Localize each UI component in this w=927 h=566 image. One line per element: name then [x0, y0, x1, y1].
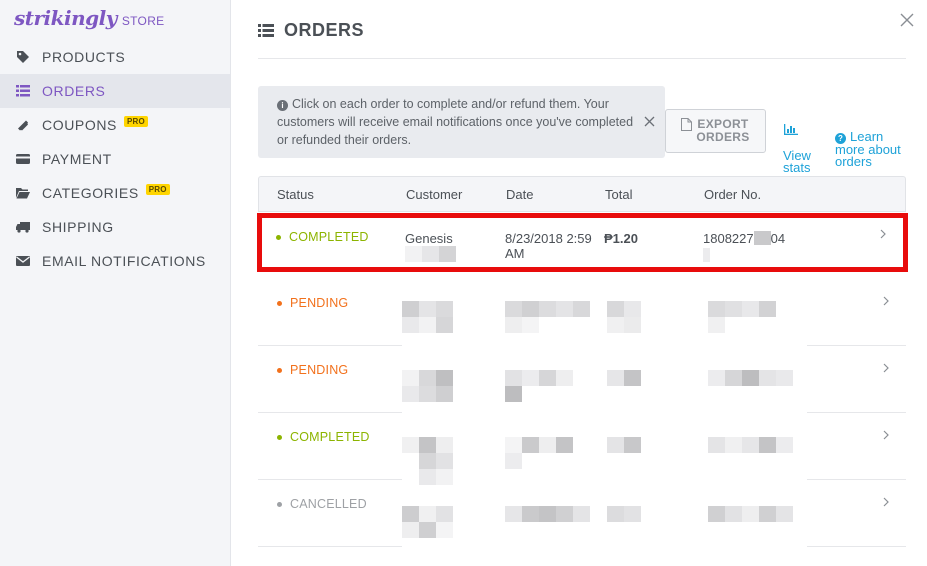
redacted-order-number [708, 506, 793, 522]
logo-wordmark: strikingly [14, 6, 117, 30]
redacted-customer [402, 506, 453, 538]
learn-more-link[interactable]: ? Learn more about orders [835, 119, 901, 168]
redacted-total [607, 506, 641, 522]
credit-card-icon [15, 151, 31, 167]
sidebar-item-label: PAYMENT [42, 151, 112, 167]
sidebar-item-categories[interactable]: CATEGORIES PRO [0, 176, 230, 210]
column-header-order-no[interactable]: Order No. [704, 187, 761, 202]
order-total: ₱1.20 [604, 231, 638, 246]
view-stats-link[interactable]: View stats [783, 112, 811, 174]
export-orders-button[interactable]: EXPORT ORDERS [665, 109, 766, 153]
sidebar-item-products[interactable]: PRODUCTS [0, 40, 230, 74]
page-title: ORDERS [284, 20, 365, 40]
customer-name: Genesis [405, 231, 453, 246]
sidebar-item-label: EMAIL NOTIFICATIONS [42, 253, 206, 269]
sidebar-nav: PRODUCTS ORDERS COUPONS PRO PAYMENT CATE… [0, 40, 230, 278]
pro-badge: PRO [145, 183, 170, 195]
status-dot [277, 434, 282, 440]
chevron-right-icon [883, 497, 889, 507]
list-icon [258, 24, 274, 37]
status-badge: CANCELLED [277, 497, 367, 511]
sidebar-item-payment[interactable]: PAYMENT [0, 142, 230, 176]
status-badge: COMPLETED [277, 430, 370, 444]
column-header-total[interactable]: Total [605, 187, 632, 202]
status-label: COMPLETED [289, 230, 369, 244]
page-header: ORDERS [258, 20, 364, 41]
status-dot [277, 367, 282, 373]
status-badge: PENDING [277, 363, 348, 377]
redaction-overlay [402, 278, 807, 566]
redacted-order-number [708, 370, 793, 386]
table-row[interactable]: COMPLETED Genesis 8/23/2018 2:59 AM ₱1.2… [257, 213, 908, 272]
sidebar-item-email-notifications[interactable]: EMAIL NOTIFICATIONS [0, 244, 230, 278]
list-icon [15, 83, 31, 99]
redacted-date [505, 506, 590, 522]
strikingly-store-logo[interactable]: strikingly STORE [14, 6, 164, 30]
ticket-icon [15, 117, 31, 133]
divider [258, 58, 906, 59]
info-notice: i Click on each order to complete and/or … [258, 86, 665, 158]
chevron-right-icon [880, 229, 886, 239]
status-dot [276, 234, 281, 240]
notice-text: Click on each order to complete and/or r… [277, 97, 634, 147]
order-number: 1808227 04 [703, 231, 786, 246]
sidebar-item-coupons[interactable]: COUPONS PRO [0, 108, 230, 142]
logo-store-label: STORE [121, 14, 165, 28]
redacted-customer [405, 246, 456, 262]
envelope-icon [15, 253, 31, 269]
sidebar: strikingly STORE PRODUCTS ORDERS COUPONS… [0, 0, 231, 566]
redacted-date [505, 370, 573, 402]
column-header-date[interactable]: Date [506, 187, 533, 202]
sidebar-item-orders[interactable]: ORDERS [0, 74, 230, 108]
redacted-customer [402, 370, 453, 402]
status-label: CANCELLED [290, 497, 367, 511]
redacted-total [607, 301, 641, 333]
status-dot [277, 501, 282, 507]
column-header-customer[interactable]: Customer [406, 187, 462, 202]
sidebar-item-label: ORDERS [42, 83, 106, 99]
redacted-total [607, 437, 641, 453]
chevron-right-icon [883, 296, 889, 306]
status-label: PENDING [290, 363, 349, 377]
file-icon [681, 118, 693, 131]
sidebar-item-label: COUPONS [42, 117, 117, 133]
status-badge: COMPLETED [276, 230, 369, 244]
sidebar-item-label: PRODUCTS [42, 49, 126, 65]
chevron-right-icon [883, 430, 889, 440]
redacted-date [505, 437, 573, 469]
pro-badge: PRO [124, 115, 148, 127]
order-date: 8/23/2018 2:59 AM [505, 231, 592, 261]
sidebar-item-label: SHIPPING [42, 219, 114, 235]
dismiss-notice-icon[interactable] [644, 116, 655, 127]
redacted-order-suffix [703, 248, 710, 262]
sidebar-item-label: CATEGORIES [42, 185, 139, 201]
tag-icon [15, 49, 31, 65]
close-icon[interactable] [899, 12, 915, 28]
status-badge: PENDING [277, 296, 348, 310]
redacted-order-number [708, 301, 776, 333]
folder-icon [15, 185, 31, 201]
redacted-customer [402, 437, 470, 485]
redacted-order-number [708, 437, 793, 453]
redacted-customer [402, 301, 453, 333]
redacted-total [607, 370, 641, 386]
status-label: PENDING [290, 296, 349, 310]
status-label: COMPLETED [290, 430, 370, 444]
export-orders-label: EXPORT ORDERS [696, 117, 750, 144]
orders-table-header: Status Customer Date Total Order No. [258, 176, 906, 212]
status-dot [277, 300, 282, 306]
view-stats-label: View stats [783, 148, 811, 175]
bar-chart-icon [784, 124, 798, 135]
info-icon: i [277, 100, 288, 111]
sidebar-item-shipping[interactable]: SHIPPING [0, 210, 230, 244]
chevron-right-icon [883, 363, 889, 373]
truck-icon [15, 219, 31, 235]
column-header-status[interactable]: Status [277, 187, 314, 202]
redacted-date [505, 301, 590, 333]
